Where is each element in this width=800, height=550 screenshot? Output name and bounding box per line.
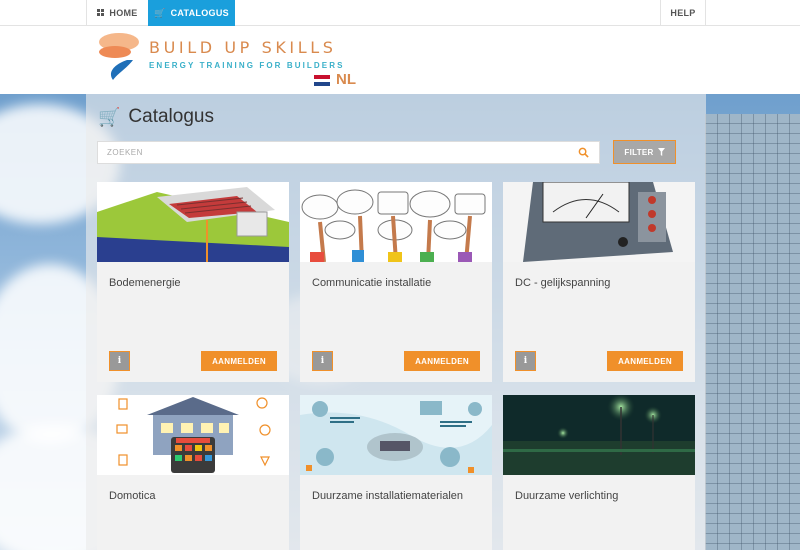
course-title: Communicatie installatie <box>312 277 432 289</box>
filter-button-label: FILTER <box>624 147 654 157</box>
logo-country: NL <box>336 71 356 88</box>
course-image-voltmeter <box>503 182 695 262</box>
nav-help-label: HELP <box>670 7 696 18</box>
info-button[interactable]: i <box>109 351 130 371</box>
course-image-geothermal <box>97 182 289 262</box>
search-input[interactable] <box>98 142 568 163</box>
logo-title: BUILD UP SKILLS <box>149 38 337 57</box>
course-card: Communicatie installatie i AANMELDEN <box>300 182 492 382</box>
info-button[interactable]: i <box>515 351 536 371</box>
nav-home-label: HOME <box>109 7 138 18</box>
search-icon[interactable] <box>578 147 589 158</box>
course-image-street-lights <box>503 395 695 475</box>
register-button[interactable]: AANMELDEN <box>201 351 277 371</box>
top-navigation: HOME 🛒 CATALOGUS HELP <box>0 0 800 26</box>
course-title: Duurzame installatiematerialen <box>312 490 464 502</box>
course-title: DC - gelijkspanning <box>515 277 611 289</box>
logo-mark-icon <box>99 33 139 80</box>
nav-help[interactable]: HELP <box>660 0 706 25</box>
course-card: Duurzame verlichting <box>503 395 695 550</box>
cart-icon: 🛒 <box>154 7 166 18</box>
info-button[interactable]: i <box>312 351 333 371</box>
course-title: Duurzame verlichting <box>515 490 619 502</box>
filter-button[interactable]: FILTER <box>613 140 676 164</box>
course-image-materials-infographic <box>300 395 492 475</box>
site-header: BUILD UP SKILLS ENERGY TRAINING FOR BUIL… <box>0 26 800 94</box>
register-button[interactable]: AANMELDEN <box>404 351 480 371</box>
page-title-text: Catalogus <box>128 106 214 127</box>
building-facade <box>705 114 800 550</box>
grid-icon <box>97 9 105 16</box>
course-card: Duurzame installatiematerialen <box>300 395 492 550</box>
course-title: Domotica <box>109 490 156 502</box>
course-image-speech-bubbles <box>300 182 492 262</box>
course-image-smart-house <box>97 395 289 475</box>
nav-catalogus[interactable]: 🛒 CATALOGUS <box>148 0 235 26</box>
cart-icon: 🛒 <box>98 107 121 127</box>
course-card: Bodemenergie i AANMELDEN <box>97 182 289 382</box>
funnel-icon <box>657 148 665 156</box>
course-card: DC - gelijkspanning i AANMELDEN <box>503 182 695 382</box>
nav-catalogus-label: CATALOGUS <box>170 8 229 18</box>
page-title: 🛒 Catalogus <box>98 106 214 128</box>
nav-home[interactable]: HOME <box>86 0 148 25</box>
register-button[interactable]: AANMELDEN <box>607 351 683 371</box>
netherlands-flag-icon <box>314 75 330 86</box>
logo-subtitle: ENERGY TRAINING FOR BUILDERS <box>149 61 345 70</box>
course-title: Bodemenergie <box>109 277 181 289</box>
course-card: Domotica <box>97 395 289 550</box>
search-box <box>97 141 600 164</box>
